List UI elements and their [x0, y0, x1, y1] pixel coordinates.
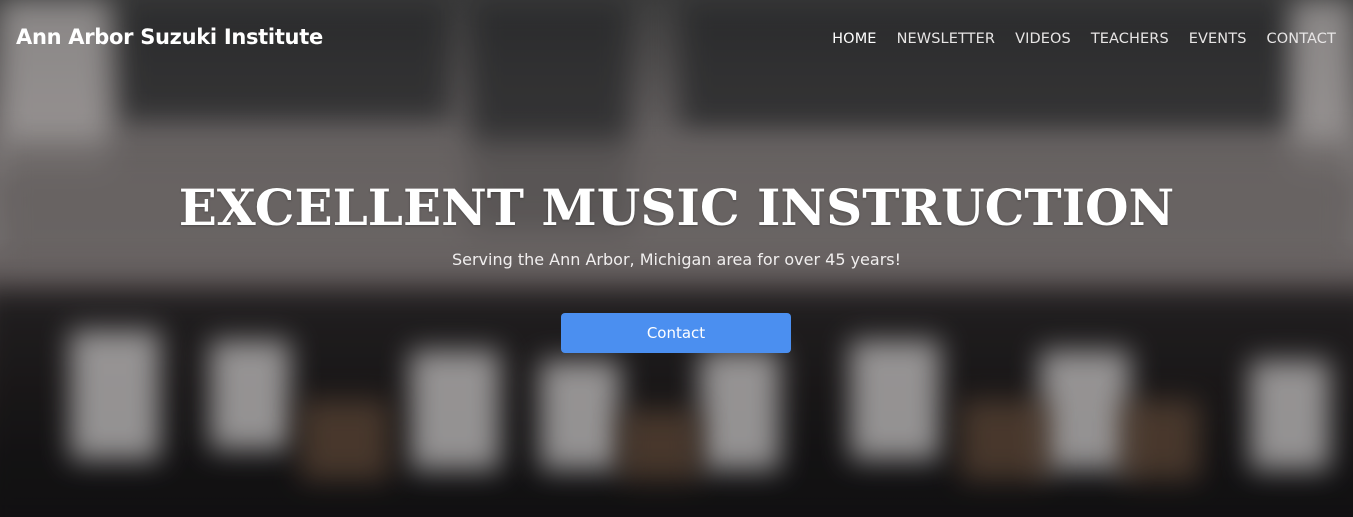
nav-link-events[interactable]: EVENTS — [1189, 31, 1247, 47]
nav-link-contact[interactable]: CONTACT — [1267, 31, 1336, 47]
nav-link-home[interactable]: HOME — [832, 31, 876, 47]
nav-link-videos[interactable]: VIDEOS — [1015, 31, 1071, 47]
nav-link-teachers[interactable]: TEACHERS — [1091, 31, 1169, 47]
nav-link-newsletter[interactable]: NEWSLETTER — [897, 31, 996, 47]
nav-item-contact: CONTACT — [1267, 30, 1336, 48]
hero-headline: EXCELLENT MUSIC INSTRUCTION — [178, 178, 1175, 237]
hero-section: Ann Arbor Suzuki Institute HOME NEWSLETT… — [0, 0, 1353, 517]
nav-item-teachers: TEACHERS — [1091, 30, 1169, 48]
nav-item-videos: VIDEOS — [1015, 30, 1071, 48]
contact-button[interactable]: Contact — [561, 313, 791, 353]
site-brand-link[interactable]: Ann Arbor Suzuki Institute — [16, 25, 323, 49]
hero-subheadline: Serving the Ann Arbor, Michigan area for… — [451, 250, 902, 269]
main-nav: HOME NEWSLETTER VIDEOS TEACHERS EVENTS C… — [832, 30, 1336, 48]
nav-item-events: EVENTS — [1189, 30, 1247, 48]
nav-item-home: HOME — [832, 30, 876, 48]
nav-item-newsletter: NEWSLETTER — [897, 30, 996, 48]
